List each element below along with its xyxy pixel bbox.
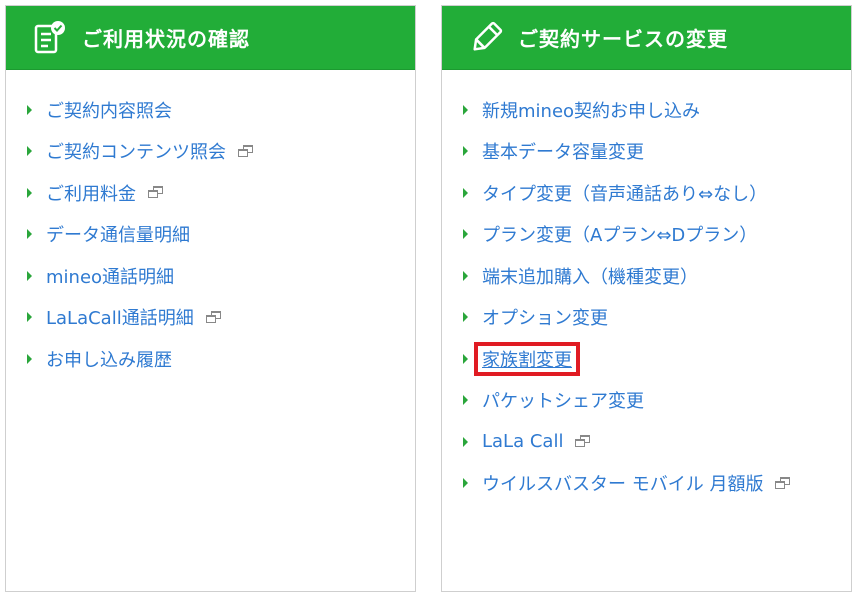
list-item: タイプ変更（音声通話あり⇔なし）	[442, 172, 851, 214]
list-item: ご契約コンテンツ照会	[6, 131, 415, 173]
menu-link-lala-call[interactable]: LaLa Call	[482, 431, 563, 452]
menu-link-virus-buster[interactable]: ウイルスバスター モバイル 月額版	[482, 470, 763, 496]
menu-link-family-discount[interactable]: 家族割変更	[482, 350, 572, 371]
panel-title: ご利用状況の確認	[82, 27, 250, 51]
menu-link-option-change[interactable]: オプション変更	[482, 304, 608, 330]
menu-link-plan-change[interactable]: プラン変更（Aプラン⇔Dプラン）	[482, 221, 757, 247]
list-item: ご利用料金	[6, 172, 415, 214]
bullet-arrow-icon	[463, 478, 468, 489]
menu-link-contract-details[interactable]: ご契約内容照会	[46, 97, 172, 123]
highlighted-link-wrapper: 家族割変更	[474, 341, 580, 376]
usage-status-panel: ご利用状況の確認 ご契約内容照会 ご契約コンテンツ照会 ご利用料金 データ通信量…	[5, 5, 416, 592]
list-item: LaLaCall通話明細	[6, 297, 415, 339]
list-item: ご契約内容照会	[6, 89, 415, 131]
usage-status-menu: ご契約内容照会 ご契約コンテンツ照会 ご利用料金 データ通信量明細 mineo通…	[6, 89, 415, 380]
bullet-arrow-icon	[463, 312, 468, 323]
menu-link-contract-contents[interactable]: ご契約コンテンツ照会	[46, 138, 226, 164]
list-item: 家族割変更	[442, 338, 851, 380]
menu-link-packet-share[interactable]: パケットシェア変更	[482, 387, 644, 413]
external-window-icon	[148, 186, 165, 199]
bullet-arrow-icon	[463, 270, 468, 281]
list-item: オプション変更	[442, 297, 851, 339]
bullet-arrow-icon	[463, 353, 468, 364]
menu-link-new-contract[interactable]: 新規mineo契約お申し込み	[482, 97, 700, 123]
bullet-arrow-icon	[463, 146, 468, 157]
list-item: LaLa Call	[442, 421, 851, 463]
list-item: お申し込み履歴	[6, 338, 415, 380]
usage-status-header: ご利用状況の確認	[6, 6, 415, 70]
menu-link-data-usage[interactable]: データ通信量明細	[46, 221, 190, 247]
menu-link-mineo-calls[interactable]: mineo通話明細	[46, 263, 174, 289]
service-change-menu: 新規mineo契約お申し込み 基本データ容量変更 タイプ変更（音声通話あり⇔なし…	[442, 89, 851, 504]
pencil-edit-icon	[468, 20, 504, 56]
service-change-panel: ご契約サービスの変更 新規mineo契約お申し込み 基本データ容量変更 タイプ変…	[441, 5, 852, 592]
menu-link-usage-fee[interactable]: ご利用料金	[46, 180, 136, 206]
list-item: mineo通話明細	[6, 255, 415, 297]
bullet-arrow-icon	[27, 312, 32, 323]
external-window-icon	[205, 310, 223, 324]
menu-link-device-purchase[interactable]: 端末追加購入（機種変更）	[482, 263, 698, 289]
list-item: データ通信量明細	[6, 214, 415, 256]
menu-link-type-change[interactable]: タイプ変更（音声通話あり⇔なし）	[482, 180, 767, 206]
list-item: パケットシェア変更	[442, 380, 851, 422]
external-window-icon	[775, 476, 792, 490]
menu-link-lalacall-calls[interactable]: LaLaCall通話明細	[46, 304, 194, 330]
clipboard-check-icon	[32, 20, 68, 56]
bullet-arrow-icon	[27, 229, 32, 240]
panel-title: ご契約サービスの変更	[518, 27, 728, 51]
list-item: プラン変更（Aプラン⇔Dプラン）	[442, 214, 851, 256]
bullet-arrow-icon	[463, 436, 468, 447]
bullet-arrow-icon	[463, 229, 468, 240]
bullet-arrow-icon	[27, 104, 32, 115]
external-window-icon	[575, 435, 592, 448]
bullet-arrow-icon	[463, 104, 468, 115]
service-change-header: ご契約サービスの変更	[442, 6, 851, 70]
bullet-arrow-icon	[463, 395, 468, 406]
bullet-arrow-icon	[27, 146, 32, 157]
bullet-arrow-icon	[27, 353, 32, 364]
bullet-arrow-icon	[27, 270, 32, 281]
external-window-icon	[238, 144, 255, 158]
list-item: 新規mineo契約お申し込み	[442, 89, 851, 131]
list-item: 端末追加購入（機種変更）	[442, 255, 851, 297]
menu-link-application-history[interactable]: お申し込み履歴	[46, 346, 172, 372]
list-item: 基本データ容量変更	[442, 131, 851, 173]
bullet-arrow-icon	[463, 187, 468, 198]
bullet-arrow-icon	[27, 187, 32, 198]
list-item: ウイルスバスター モバイル 月額版	[442, 463, 851, 505]
menu-link-data-capacity[interactable]: 基本データ容量変更	[482, 138, 644, 164]
